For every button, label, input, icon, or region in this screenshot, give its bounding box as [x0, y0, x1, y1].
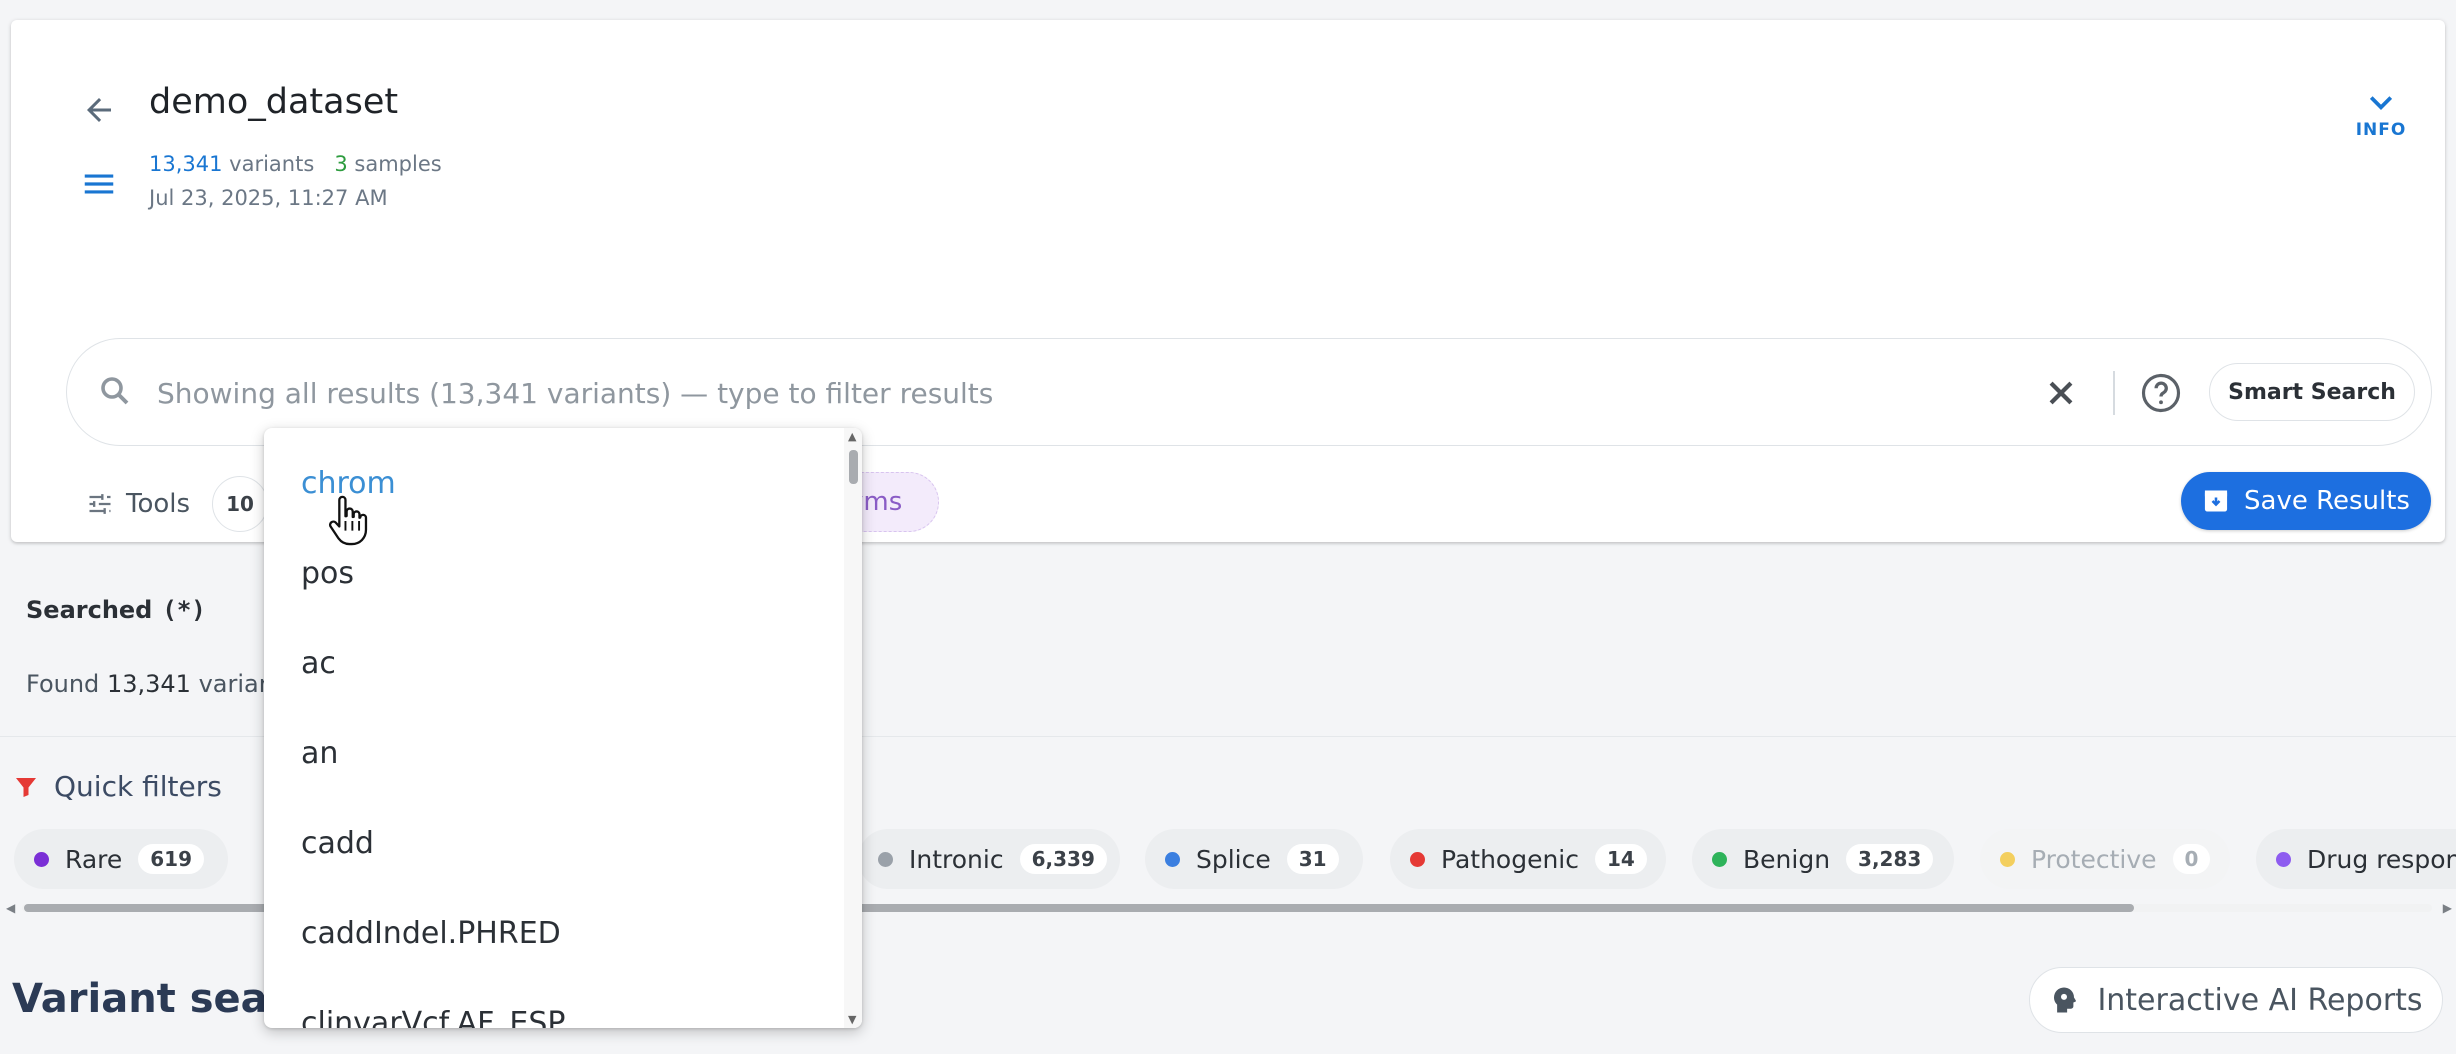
dropdown-scrollbar[interactable]: ▲ ▼ [844, 428, 862, 1028]
search-input[interactable] [155, 369, 2059, 417]
filter-chip-drug-response[interactable]: Drug respons [2256, 829, 2456, 889]
chip-dot [878, 851, 893, 867]
funnel-icon [16, 777, 36, 797]
chip-label: Pathogenic [1441, 844, 1580, 874]
info-label: INFO [2355, 120, 2407, 140]
samples-label: samples [354, 152, 442, 176]
scroll-up-arrow-icon[interactable]: ▲ [848, 430, 856, 443]
chip-dot [2000, 851, 2015, 867]
chevron-down-icon [2369, 96, 2393, 111]
suggestion-item-an[interactable]: an [264, 708, 844, 798]
arrow-left-icon [87, 98, 111, 122]
scroll-right-arrow-icon[interactable]: ▶ [2443, 901, 2452, 915]
searched-label: Searched (*) [26, 596, 206, 624]
search-divider [2113, 371, 2115, 415]
chip-dot [2276, 851, 2291, 867]
suggestion-item-ac[interactable]: ac [264, 618, 844, 708]
search-help-button[interactable] [2137, 369, 2185, 417]
filter-chip-pathogenic[interactable]: Pathogenic 14 [1390, 829, 1666, 889]
help-circle-icon [2141, 373, 2181, 413]
suggestion-item-chrom[interactable]: chrom [264, 438, 844, 528]
tools-label: Tools [126, 489, 191, 519]
suggestion-item-clinvarvcf-af-esp[interactable]: clinvarVcf.AF_ESP [264, 978, 844, 1029]
chip-dot [1712, 851, 1727, 867]
chip-dot [1165, 851, 1180, 867]
ai-reports-label: Interactive AI Reports [2097, 982, 2423, 1018]
found-summary: Found 13,341 variant [26, 670, 283, 698]
clear-search-button[interactable] [2037, 369, 2085, 417]
chip-count: 31 [1286, 844, 1339, 874]
dataset-date: Jul 23, 2025, 11:27 AM [149, 186, 388, 210]
dropdown-scrollbar-thumb[interactable] [849, 450, 858, 484]
chip-label: Benign [1743, 844, 1831, 874]
chip-label: Protective [2031, 844, 2157, 874]
suggestion-item-pos[interactable]: pos [264, 528, 844, 618]
close-icon [2049, 381, 2073, 405]
chip-count: 3,283 [1846, 844, 1934, 874]
found-prefix: Found [26, 670, 100, 698]
chip-label: Splice [1196, 844, 1271, 874]
quick-filters-title: Quick filters [54, 770, 222, 803]
tools-button[interactable]: Tools [86, 489, 190, 519]
search-icon [97, 373, 133, 413]
variants-count: 13,341 [149, 152, 223, 176]
tools-count-badge[interactable]: 10 [212, 476, 269, 532]
scroll-down-arrow-icon[interactable]: ▼ [848, 1013, 856, 1026]
tools-row: Tools 10 [86, 474, 269, 534]
save-results-label: Save Results [2244, 486, 2410, 516]
chip-count: 14 [1595, 844, 1647, 874]
brain-head-icon [2054, 987, 2077, 1013]
filter-chip-protective[interactable]: Protective 0 [1980, 829, 2230, 889]
chip-count: 619 [138, 844, 205, 874]
sliders-icon [89, 494, 111, 514]
scroll-left-arrow-icon[interactable]: ◀ [6, 901, 15, 915]
searched-query: (*) [162, 596, 206, 624]
dataset-counts: 13,341 variants 3 samples [149, 152, 442, 176]
hamburger-menu-icon [84, 174, 114, 194]
chip-count: 6,339 [1019, 844, 1107, 874]
chip-dot [1410, 851, 1425, 867]
filter-chip-splice[interactable]: Splice 31 [1145, 829, 1363, 889]
dataset-title: demo_dataset [149, 82, 399, 122]
quick-filters-header: Quick filters [14, 770, 222, 803]
chip-dot [34, 851, 49, 867]
back-button[interactable] [75, 86, 123, 134]
interactive-ai-reports-button[interactable]: Interactive AI Reports [2029, 967, 2443, 1033]
chip-label: Drug respons [2307, 844, 2456, 874]
smart-search-button[interactable]: Smart Search [2209, 363, 2415, 421]
searched-text: Searched [26, 596, 153, 624]
chip-label: Rare [65, 844, 123, 874]
chip-label: Intronic [909, 844, 1004, 874]
filter-chip-rare[interactable]: Rare 619 [14, 829, 228, 889]
save-results-button[interactable]: Save Results [2181, 472, 2431, 530]
filter-chip-intronic[interactable]: Intronic 6,339 [858, 829, 1120, 889]
field-suggestions-dropdown: chrom pos ac an cadd caddIndel.PHRED cli… [264, 428, 862, 1028]
suggestion-item-cadd[interactable]: cadd [264, 798, 844, 888]
filter-chip-benign[interactable]: Benign 3,283 [1692, 829, 1954, 889]
archive-box-icon [2204, 490, 2228, 512]
found-count: 13,341 [106, 670, 191, 698]
menu-button[interactable] [75, 160, 123, 208]
suggestion-item-caddindel-phred[interactable]: caddIndel.PHRED [264, 888, 844, 978]
info-toggle-button[interactable]: INFO [2351, 94, 2411, 140]
chip-count: 0 [2172, 844, 2211, 874]
samples-count: 3 [334, 152, 348, 176]
variants-label: variants [229, 152, 315, 176]
